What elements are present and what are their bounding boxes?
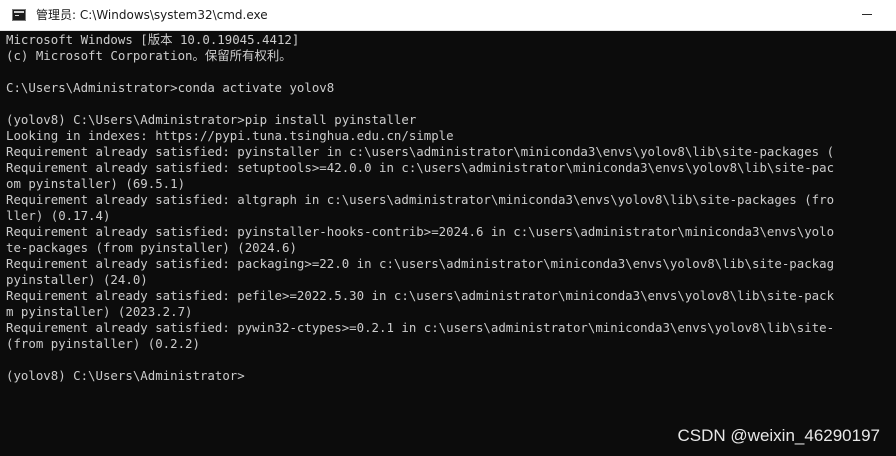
command-prompt[interactable]: (yolov8) C:\Users\Administrator> [6,368,834,384]
console-line: Requirement already satisfied: pywin32-c… [6,320,835,335]
console-line: Microsoft Windows [版本 10.0.19045.4412] [6,32,300,47]
console-line: Looking in indexes: https://pypi.tuna.ts… [6,128,454,143]
window-title: 管理员: C:\Windows\system32\cmd.exe [36,8,268,22]
console-line: pyinstaller) (24.0) [6,272,148,287]
console-line: Requirement already satisfied: setuptool… [6,160,835,175]
watermark-text: CSDN @weixin_46290197 [677,426,880,445]
console-line: te-packages (from pyinstaller) (2024.6) [6,240,297,255]
minimize-button[interactable] [850,3,884,27]
console-lines: Microsoft Windows [版本 10.0.19045.4412] (… [6,32,834,384]
console-output[interactable]: Microsoft Windows [版本 10.0.19045.4412] (… [0,31,896,456]
title-bar[interactable]: 管理员: C:\Windows\system32\cmd.exe [0,0,896,31]
cmd-window: 管理员: C:\Windows\system32\cmd.exe Microso… [0,0,896,456]
console-line: Requirement already satisfied: pefile>=2… [6,288,835,303]
console-line: (c) Microsoft Corporation。保留所有权利。 [6,48,292,63]
console-line: m pyinstaller) (2023.2.7) [6,304,193,319]
console-line: (from pyinstaller) (0.2.2) [6,336,200,351]
console-line: Requirement already satisfied: altgraph … [6,192,835,207]
console-line: Requirement already satisfied: packaging… [6,256,835,271]
console-line: Requirement already satisfied: pyinstall… [6,144,835,159]
console-line: ller) (0.17.4) [6,208,111,223]
console-line: om pyinstaller) (69.5.1) [6,176,186,191]
console-line: (yolov8) C:\Users\Administrator>pip inst… [6,112,417,127]
console-line: Requirement already satisfied: pyinstall… [6,224,835,239]
console-line: C:\Users\Administrator>conda activate yo… [6,80,335,95]
cmd-icon[interactable] [12,9,26,21]
